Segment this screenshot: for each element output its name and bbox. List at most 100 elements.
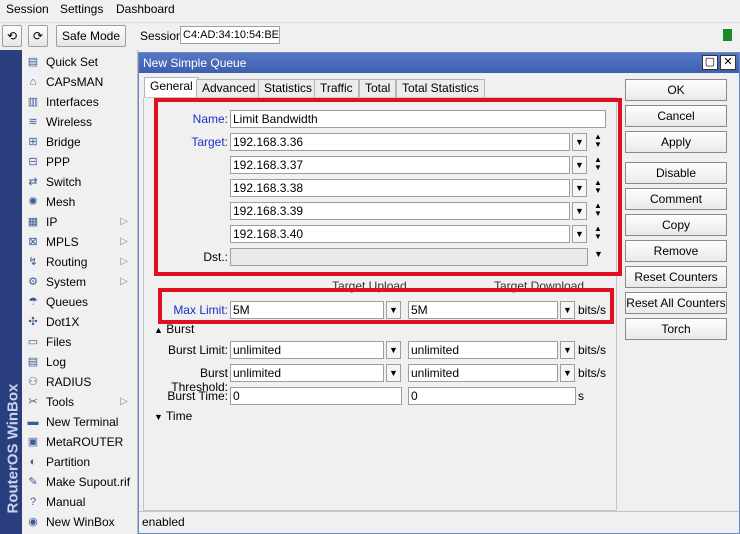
- close-icon: ✕: [723, 56, 733, 68]
- sidebar-item-routing[interactable]: ↯ Routing ▷: [24, 252, 136, 272]
- burst-limit-upload-dropdown[interactable]: ▼: [386, 341, 401, 359]
- submenu-arrow-icon: ▷: [120, 216, 128, 227]
- sidebar-item-new-terminal[interactable]: ▬ New Terminal: [24, 412, 136, 432]
- burst-threshold-upload-dropdown[interactable]: ▼: [386, 364, 401, 382]
- sidebar-item-new-winbox[interactable]: ◉ New WinBox: [24, 512, 136, 532]
- burst-threshold-upload-field[interactable]: unlimited: [230, 364, 384, 382]
- reset-all-counters-button[interactable]: Reset All Counters: [625, 292, 727, 314]
- undo-button[interactable]: ⟲: [2, 25, 22, 47]
- sidebar-item-files[interactable]: ▭ Files: [24, 332, 136, 352]
- sidebar-item-log[interactable]: ▤ Log: [24, 352, 136, 372]
- time-section-toggle[interactable]: ▼ Time: [154, 409, 192, 423]
- sidebar-item-queues[interactable]: ☂ Queues: [24, 292, 136, 312]
- dot1x-icon: ✣: [28, 316, 38, 328]
- sidebar-item-ppp[interactable]: ⊟ PPP: [24, 152, 136, 172]
- burst-time-unit: s: [578, 389, 584, 403]
- burst-threshold-download-dropdown[interactable]: ▼: [560, 364, 575, 382]
- sidebar-item-dot1x[interactable]: ✣ Dot1X: [24, 312, 136, 332]
- connection-status-indicator: [723, 29, 732, 41]
- sidebar-item-interfaces[interactable]: ▥ Interfaces: [24, 92, 136, 112]
- sidebar-item-make-supout-rif[interactable]: ✎ Make Supout.rif: [24, 472, 136, 492]
- sidebar-item-manual[interactable]: ? Manual: [24, 492, 136, 512]
- tab-total[interactable]: Total: [359, 79, 397, 97]
- remove-button[interactable]: Remove: [625, 240, 727, 262]
- sidebar-item-mesh[interactable]: ✺ Mesh: [24, 192, 136, 212]
- burst-time-download-field[interactable]: 0: [408, 387, 576, 405]
- capsman-icon: ⌂: [29, 76, 37, 88]
- collapse-arrow-icon: ▲: [154, 325, 163, 335]
- sidebar-item-label: IP: [46, 215, 58, 229]
- ok-button[interactable]: OK: [625, 79, 727, 101]
- burst-limit-unit: bits/s: [578, 343, 607, 357]
- sidebar-item-radius[interactable]: ⚇ RADIUS: [24, 372, 136, 392]
- sidebar-item-label: Make Supout.rif: [46, 475, 131, 489]
- sidebar-item-system[interactable]: ⚙ System ▷: [24, 272, 136, 292]
- interfaces-icon: ▥: [27, 96, 39, 108]
- tab-traffic[interactable]: Traffic: [314, 79, 359, 97]
- mesh-icon: ✺: [28, 196, 38, 208]
- dropdown-arrow-icon: ▼: [563, 368, 572, 378]
- close-button[interactable]: ✕: [720, 55, 736, 70]
- comment-button[interactable]: Comment: [625, 188, 727, 210]
- tab-advanced[interactable]: Advanced: [196, 79, 262, 97]
- torch-button[interactable]: Torch: [625, 318, 727, 340]
- reset-counters-button[interactable]: Reset Counters: [625, 266, 727, 288]
- window-title: New Simple Queue: [143, 56, 247, 70]
- apply-button[interactable]: Apply: [625, 131, 727, 153]
- sidebar-item-capsman[interactable]: ⌂ CAPsMAN: [24, 72, 136, 92]
- sidebar: ▤ Quick Set ⌂ CAPsMAN ▥ Interfaces ≋ Wireless ⊞ B…: [22, 50, 138, 534]
- menu-settings[interactable]: Settings: [60, 2, 103, 16]
- routing-icon: ↯: [28, 256, 38, 268]
- sidebar-item-ip[interactable]: ▦ IP ▷: [24, 212, 136, 232]
- copy-button[interactable]: Copy: [625, 214, 727, 236]
- sidebar-item-label: RADIUS: [46, 375, 92, 389]
- menu-session[interactable]: Session: [6, 2, 49, 16]
- burst-limit-download-dropdown[interactable]: ▼: [560, 341, 575, 359]
- expand-arrow-icon: ▼: [154, 412, 163, 422]
- sidebar-item-label: Mesh: [46, 195, 76, 209]
- sidebar-item-quick-set[interactable]: ▤ Quick Set: [24, 52, 136, 72]
- redo-button[interactable]: ⟳: [28, 25, 48, 47]
- sidebar-item-label: Bridge: [46, 135, 81, 149]
- burst-threshold-download-field[interactable]: unlimited: [408, 364, 558, 382]
- sidebar-item-tools[interactable]: ✂ Tools ▷: [24, 392, 136, 412]
- status-text: enabled: [142, 515, 185, 529]
- burst-section-toggle[interactable]: ▲ Burst: [154, 322, 194, 336]
- burst-time-upload-field[interactable]: 0: [230, 387, 402, 405]
- status-bar: enabled: [139, 511, 739, 533]
- tab-total-statistics[interactable]: Total Statistics: [396, 79, 485, 97]
- disable-button[interactable]: Disable: [625, 162, 727, 184]
- window-titlebar[interactable]: New Simple Queue ▢ ✕: [139, 53, 739, 73]
- cancel-button[interactable]: Cancel: [625, 105, 727, 127]
- ppp-icon: ⊟: [28, 156, 38, 168]
- sidebar-item-metarouter[interactable]: ▣ MetaROUTER: [24, 432, 136, 452]
- maximize-icon: ▢: [704, 56, 716, 68]
- sidebar-item-label: System: [46, 275, 87, 289]
- maximize-button[interactable]: ▢: [702, 55, 718, 70]
- sidebar-item-partition[interactable]: ◐ Partition: [24, 452, 136, 472]
- burst-section-label: Burst: [166, 322, 195, 336]
- sidebar-item-label: Tools: [46, 395, 75, 409]
- sidebar-item-label: PPP: [46, 155, 71, 169]
- sidebar-item-mpls[interactable]: ⊠ MPLS ▷: [24, 232, 136, 252]
- metarouter-icon: ▣: [27, 436, 39, 448]
- burst-limit-upload-field[interactable]: unlimited: [230, 341, 384, 359]
- safe-mode-button[interactable]: Safe Mode: [56, 25, 126, 47]
- mpls-icon: ⊠: [28, 236, 38, 248]
- burst-limit-label: Burst Limit:: [167, 343, 228, 357]
- sidebar-item-label: Switch: [46, 175, 82, 189]
- sidebar-item-label: Wireless: [46, 115, 93, 129]
- winbox-icon: ◉: [28, 516, 38, 528]
- sidebar-item-wireless[interactable]: ≋ Wireless: [24, 112, 136, 132]
- sidebar-item-label: Queues: [46, 295, 89, 309]
- redo-icon: ⟳: [32, 29, 44, 43]
- sidebar-item-bridge[interactable]: ⊞ Bridge: [24, 132, 136, 152]
- tab-statistics[interactable]: Statistics: [258, 79, 319, 97]
- sidebar-item-switch[interactable]: ⇄ Switch: [24, 172, 136, 192]
- menu-dashboard[interactable]: Dashboard: [116, 2, 175, 16]
- tab-general[interactable]: General: [144, 77, 199, 97]
- dropdown-arrow-icon: ▼: [563, 345, 572, 355]
- sidebar-item-label: Dot1X: [46, 315, 80, 329]
- sidebar-item-label: CAPsMAN: [46, 75, 104, 89]
- burst-limit-download-field[interactable]: unlimited: [408, 341, 558, 359]
